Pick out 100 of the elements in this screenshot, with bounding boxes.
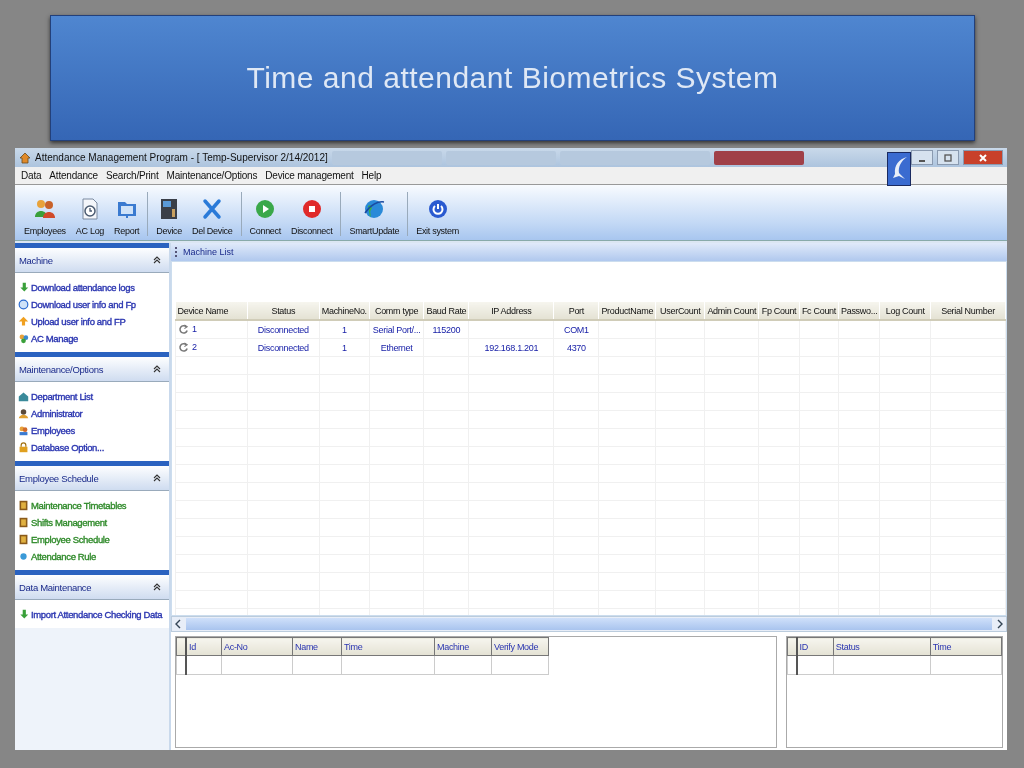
lock-icon (18, 441, 29, 453)
column-header[interactable]: Passwo... (838, 302, 880, 320)
column-header[interactable]: Machine (434, 637, 492, 656)
table-cell: Ethernet (380, 342, 413, 353)
toolbar-button[interactable]: Exit system (411, 197, 464, 236)
minimize-button[interactable] (911, 150, 933, 165)
toolbar-button[interactable]: Connect (244, 197, 286, 236)
column-header[interactable]: Status (833, 637, 931, 656)
column-header[interactable]: Port (553, 302, 599, 320)
column-header[interactable]: Comm type (369, 302, 424, 320)
slide-title: Time and attendant Biometrics System (246, 61, 779, 95)
sidebar-link[interactable]: Maintenance Timetables (31, 499, 127, 511)
column-header[interactable]: MachineNo. (319, 302, 370, 320)
circle-icon (18, 298, 29, 310)
calendar-icon (18, 499, 29, 511)
toolbar-button[interactable]: Report (109, 197, 145, 236)
sidebar-link[interactable]: Attendance Rule (31, 550, 96, 562)
column-header[interactable]: Baud Rate (423, 302, 469, 320)
down-arrow-icon (18, 608, 29, 620)
column-header[interactable]: Time (930, 637, 1002, 656)
device-status-icon (178, 324, 189, 336)
sidebar-link[interactable]: Department List (31, 390, 93, 402)
table-cell: 115200 (432, 324, 461, 335)
maximize-button[interactable] (937, 150, 959, 165)
table-cell: Disconnected (257, 324, 309, 335)
section-header[interactable]: Machine (15, 248, 169, 273)
table-cell: 1 (341, 324, 347, 335)
toolbar-button[interactable]: Device (151, 197, 187, 236)
sidebar-link[interactable]: Download attendance logs (31, 281, 135, 293)
column-header[interactable]: Admin Count (704, 302, 759, 320)
section-header[interactable]: Data Maintenance (15, 575, 169, 600)
table-cell: 4370 (566, 342, 586, 353)
sidebar-link[interactable]: Employees (31, 424, 75, 436)
dot-icon (18, 550, 29, 562)
calendar-icon (18, 516, 29, 528)
people-icon (18, 424, 29, 436)
close-icon (978, 152, 988, 163)
maximize-icon (943, 152, 953, 163)
sidebar-link[interactable]: Database Option... (31, 441, 104, 453)
minimize-icon (919, 159, 925, 162)
column-header[interactable]: ProductName (598, 302, 656, 320)
table-cell: Serial Port/... (372, 324, 421, 335)
window-title: Attendance Management Program - [ Temp-Supervisor 2/14/2012] (35, 152, 328, 163)
table-cell: 2 (192, 341, 197, 352)
toolbar-button[interactable]: Employees (19, 197, 71, 236)
column-header[interactable]: Log Count (879, 302, 931, 320)
menu-item[interactable]: Attendance (49, 170, 98, 181)
column-header[interactable]: Verify Mode (491, 637, 549, 656)
column-header[interactable]: UserCount (655, 302, 705, 320)
column-header[interactable]: Device Name (175, 302, 248, 320)
globe-icon (362, 197, 387, 221)
section-header[interactable]: Maintenance/Options (15, 357, 169, 382)
menu-item[interactable]: Data (21, 170, 42, 181)
column-header[interactable]: ID (796, 637, 834, 656)
down-arrow-icon (18, 281, 29, 293)
menu-item[interactable]: Search/Print (105, 170, 159, 181)
column-header[interactable]: Name (292, 637, 342, 656)
grip-icon (175, 247, 179, 257)
calendar-icon (18, 533, 29, 545)
column-header[interactable]: Ac-No (221, 637, 293, 656)
device-status-icon (178, 342, 189, 354)
up-arrow-icon (18, 315, 29, 327)
section-header[interactable]: Employee Schedule (15, 466, 169, 491)
sidebar-link[interactable]: Shifts Management (31, 516, 107, 528)
circles-icon (18, 332, 29, 344)
toolbar-button[interactable]: Del Device (187, 197, 238, 236)
panel-title: Machine List (183, 247, 234, 257)
column-header[interactable]: IP Address (468, 302, 554, 320)
people-icon (32, 197, 57, 221)
sidebar-link[interactable]: Download user info and Fp (31, 298, 136, 310)
menu-item[interactable]: Maintenance/Options (166, 170, 258, 181)
table-cell: COM1 (563, 324, 589, 335)
column-header[interactable]: Id (186, 637, 222, 656)
column-header[interactable]: Fc Count (799, 302, 839, 320)
sidebar-link[interactable]: Employee Schedule (31, 533, 110, 545)
table-cell: 192.168.1.201 (484, 342, 539, 353)
toolbar-button[interactable]: SmartUpdate (344, 197, 405, 236)
sidebar-link[interactable]: Upload user info and FP (31, 315, 126, 327)
sidebar-link[interactable]: AC Manage (31, 332, 79, 344)
close-button[interactable] (963, 150, 1003, 165)
house-icon (19, 151, 31, 164)
column-header[interactable]: Status (247, 302, 320, 320)
column-header[interactable]: Time (341, 637, 435, 656)
collapse-chevron-icon[interactable] (153, 583, 161, 591)
house-icon (18, 390, 29, 402)
horizontal-scrollbar[interactable] (171, 616, 1007, 632)
menu-item[interactable]: Help (361, 170, 382, 181)
column-header[interactable]: Serial Number (930, 302, 1006, 320)
toolbar-button[interactable]: AC Log (70, 197, 110, 236)
taskbar-tab[interactable] (713, 150, 804, 165)
column-header[interactable]: Fp Count (758, 302, 800, 320)
toolbar-button[interactable]: Disconnect (285, 197, 338, 236)
collapse-chevron-icon[interactable] (153, 256, 161, 264)
collapse-chevron-icon[interactable] (153, 474, 161, 482)
sidebar-link[interactable]: Administrator (31, 407, 83, 419)
menu-item[interactable]: Device management (265, 170, 354, 181)
sidebar-link[interactable]: Import Attendance Checking Data (31, 608, 163, 620)
table-cell: 1 (341, 342, 347, 353)
person-icon (18, 407, 29, 419)
collapse-chevron-icon[interactable] (153, 365, 161, 373)
